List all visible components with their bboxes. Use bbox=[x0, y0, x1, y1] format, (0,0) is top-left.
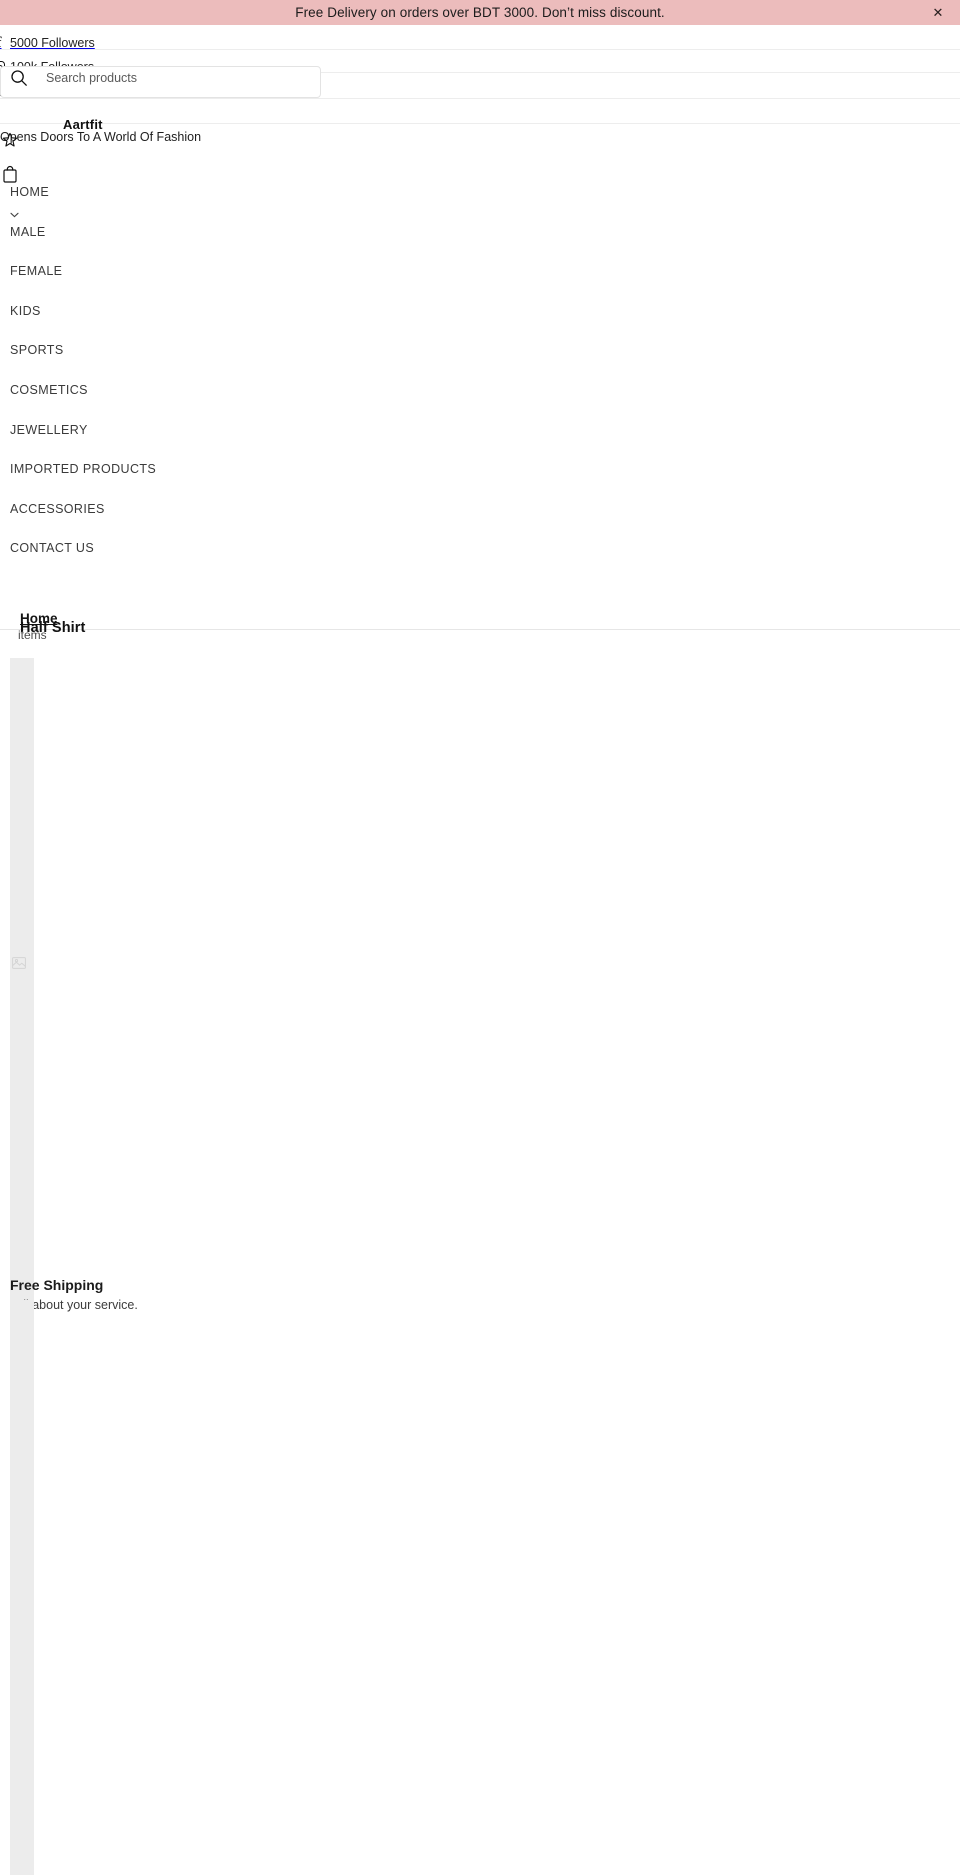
nav-item-kids[interactable]: KIDS bbox=[0, 299, 960, 339]
nav-item-home[interactable]: HOME bbox=[0, 180, 960, 220]
header-divider bbox=[0, 49, 960, 50]
facebook-follower-count: 5000 Followers bbox=[10, 36, 95, 50]
nav-item-label: SPORTS bbox=[10, 343, 64, 358]
announcement-text: Free Delivery on orders over BDT 3000. D… bbox=[295, 5, 665, 20]
product-grid bbox=[0, 658, 960, 1558]
main-nav: HOME MALE FEMALE KIDS SPORTS COSMETICS J… bbox=[0, 180, 960, 576]
nav-item-contact-us[interactable]: CONTACT US bbox=[0, 536, 960, 576]
broken-image-icon bbox=[12, 956, 26, 970]
nav-item-label: MALE bbox=[10, 224, 46, 239]
feature-icon bbox=[10, 1225, 34, 1251]
chevron-down-icon bbox=[10, 202, 19, 218]
nav-item-male[interactable]: MALE bbox=[0, 220, 960, 260]
search-input[interactable] bbox=[46, 69, 306, 87]
nav-item-label: KIDS bbox=[10, 303, 41, 318]
site-header: f 5000 Followers 100k Followers Aartfit … bbox=[0, 25, 960, 642]
nav-item-sports[interactable]: SPORTS bbox=[0, 338, 960, 378]
search-icon[interactable] bbox=[10, 69, 28, 87]
nav-item-label: FEMALE bbox=[10, 264, 63, 279]
announcement-bar: Free Delivery on orders over BDT 3000. D… bbox=[0, 0, 960, 25]
header-divider bbox=[0, 98, 960, 99]
facebook-icon: f bbox=[0, 35, 6, 50]
nav-item-accessories[interactable]: ACCESSORIES bbox=[0, 497, 960, 537]
nav-item-label: CONTACT US bbox=[10, 541, 95, 556]
social-link-facebook[interactable]: f 5000 Followers bbox=[0, 35, 95, 50]
nav-item-label: JEWELLERY bbox=[10, 422, 88, 437]
nav-item-jewellery[interactable]: JEWELLERY bbox=[0, 418, 960, 458]
collection-item-count: items bbox=[18, 628, 47, 642]
nav-item-label: ACCESSORIES bbox=[10, 501, 105, 516]
close-icon[interactable]: ✕ bbox=[930, 5, 946, 21]
header-divider bbox=[0, 123, 960, 124]
brand-tagline: Opens Doors To A World Of Fashion bbox=[0, 130, 202, 144]
nav-item-label: HOME bbox=[10, 185, 50, 199]
star-icon[interactable] bbox=[2, 132, 18, 148]
nav-item-imported-products[interactable]: IMPORTED PRODUCTS bbox=[0, 457, 960, 497]
feature-title: Free Shipping bbox=[10, 1277, 104, 1293]
footer-placeholder-strip bbox=[10, 1300, 34, 1875]
nav-item-cosmetics[interactable]: COSMETICS bbox=[0, 378, 960, 418]
nav-item-female[interactable]: FEMALE bbox=[0, 259, 960, 299]
nav-item-label: COSMETICS bbox=[10, 382, 88, 397]
nav-item-label: IMPORTED PRODUCTS bbox=[10, 462, 157, 477]
